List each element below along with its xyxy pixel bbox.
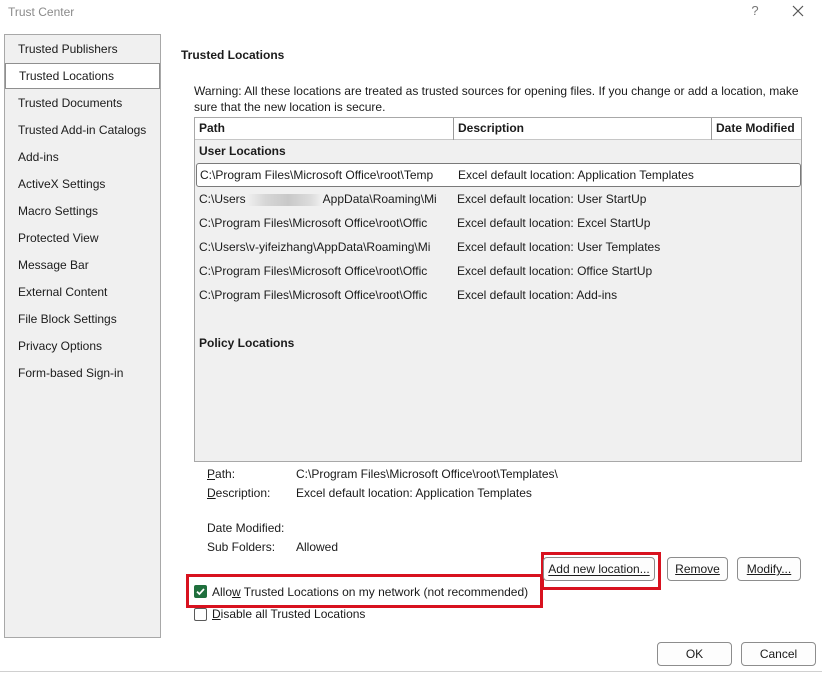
table-row[interactable]: C:\Program Files\Microsoft Office\root\O…	[195, 212, 801, 236]
detail-description-label: Description:	[207, 486, 271, 500]
row-description: Excel default location: User StartUp	[457, 192, 647, 206]
row-path: C:\Users AppData\Roaming\Mi	[199, 188, 439, 210]
add-new-location-label: Add new location...	[548, 562, 650, 576]
sidebar-item-protected-view[interactable]: Protected View	[18, 227, 99, 249]
row-path: C:\Users\v-yifeizhang\AppData\Roaming\Mi	[199, 240, 431, 254]
allow-network-label-end: Trusted Locations on my network (not rec…	[240, 585, 529, 599]
sidebar-item-privacy-options[interactable]: Privacy Options	[18, 335, 102, 357]
table-row[interactable]: C:\Program Files\Microsoft Office\root\T…	[196, 163, 801, 187]
table-row[interactable]: C:\Users AppData\Roaming\Mi Excel default…	[195, 188, 801, 212]
allow-network-checkbox[interactable]	[194, 585, 207, 598]
detail-path-label: Path:	[207, 467, 236, 481]
ok-button[interactable]: OK	[657, 642, 732, 666]
sidebar-item-trusted-publishers[interactable]: Trusted Publishers	[18, 38, 118, 60]
sidebar: Trusted Publishers Trusted Locations Tru…	[4, 34, 161, 638]
disable-all-checkbox[interactable]	[194, 608, 207, 621]
group-label-user-locations: User Locations	[199, 144, 286, 158]
row-path-suffix: AppData\Roaming\Mi	[322, 192, 437, 206]
close-icon	[792, 5, 804, 17]
sidebar-item-activex-settings[interactable]: ActiveX Settings	[18, 173, 105, 195]
row-path: C:\Program Files\Microsoft Office\root\O…	[199, 264, 428, 278]
detail-date-modified-label: Date Modified:	[207, 521, 285, 535]
row-description: Excel default location: Excel StartUp	[457, 216, 651, 230]
sidebar-item-form-based-sign-in[interactable]: Form-based Sign-in	[18, 362, 123, 384]
detail-path-value: C:\Program Files\Microsoft Office\root\T…	[296, 467, 558, 481]
remove-button[interactable]: Remove	[667, 557, 728, 581]
redacted-username	[246, 193, 322, 206]
allow-network-access-key: w	[232, 585, 241, 599]
detail-sub-folders-value: Allowed	[296, 540, 339, 554]
row-description: Excel default location: Office StartUp	[457, 264, 653, 278]
checkmark-icon	[196, 588, 205, 596]
warning-line-1: Warning: All these locations are treated…	[194, 84, 799, 98]
disable-all-label-end: isable all Trusted Locations	[220, 607, 366, 621]
row-path: C:\Program Files\Microsoft Office\root\O…	[199, 216, 428, 230]
window-title: Trust Center	[8, 5, 75, 19]
row-description: Excel default location: Application Temp…	[458, 168, 694, 182]
warning-line-2: sure that the new location is secure.	[194, 100, 386, 114]
bottom-divider	[0, 671, 822, 672]
allow-network-label[interactable]: Allow Trusted Locations on my network (n…	[212, 585, 528, 599]
table-row[interactable]: C:\Users\v-yifeizhang\AppData\Roaming\Mi…	[195, 236, 801, 260]
sidebar-item-message-bar[interactable]: Message Bar	[18, 254, 89, 276]
detail-sub-folders-label: Sub Folders:	[207, 540, 276, 554]
trusted-locations-list[interactable]: Path Description Date Modified User Loca…	[194, 117, 802, 462]
warning-text: Warning: All these locations are treated…	[194, 83, 804, 115]
sidebar-item-macro-settings[interactable]: Macro Settings	[18, 200, 98, 222]
column-header-description[interactable]: Description	[454, 118, 712, 140]
sidebar-item-external-content[interactable]: External Content	[18, 281, 107, 303]
column-header-path[interactable]: Path	[195, 118, 454, 140]
sidebar-item-add-ins[interactable]: Add-ins	[18, 146, 59, 168]
row-description: Excel default location: User Templates	[457, 240, 661, 254]
detail-description-value: Excel default location: Application Temp…	[296, 486, 532, 500]
disable-all-access-key: D	[212, 607, 221, 621]
column-header-date-modified[interactable]: Date Modified	[712, 118, 801, 140]
group-label-policy-locations: Policy Locations	[199, 336, 295, 350]
modify-label: Modify...	[746, 562, 792, 576]
row-path-prefix: C:\Users	[199, 192, 246, 206]
disable-all-label[interactable]: Disable all Trusted Locations	[212, 607, 365, 621]
cancel-button[interactable]: Cancel	[741, 642, 816, 666]
sidebar-item-file-block-settings[interactable]: File Block Settings	[18, 308, 117, 330]
modify-button[interactable]: Modify...	[737, 557, 801, 581]
table-row[interactable]: C:\Program Files\Microsoft Office\root\O…	[195, 284, 801, 308]
remove-label: Remove	[675, 562, 720, 576]
add-new-location-button[interactable]: Add new location...	[543, 557, 655, 581]
row-path: C:\Program Files\Microsoft Office\root\O…	[199, 288, 428, 302]
row-description: Excel default location: Add-ins	[457, 288, 618, 302]
close-button[interactable]	[789, 2, 807, 20]
sidebar-item-trusted-locations[interactable]: Trusted Locations	[5, 63, 160, 89]
allow-network-label-start: Allo	[212, 585, 233, 599]
sidebar-item-trusted-add-in-catalogs[interactable]: Trusted Add-in Catalogs	[18, 119, 146, 141]
list-header: Path Description Date Modified	[195, 118, 801, 140]
section-title: Trusted Locations	[181, 48, 285, 62]
row-path: C:\Program Files\Microsoft Office\root\T…	[200, 168, 434, 182]
help-button[interactable]: ?	[748, 3, 762, 19]
sidebar-item-trusted-documents[interactable]: Trusted Documents	[18, 92, 122, 114]
table-row[interactable]: C:\Program Files\Microsoft Office\root\O…	[195, 260, 801, 284]
